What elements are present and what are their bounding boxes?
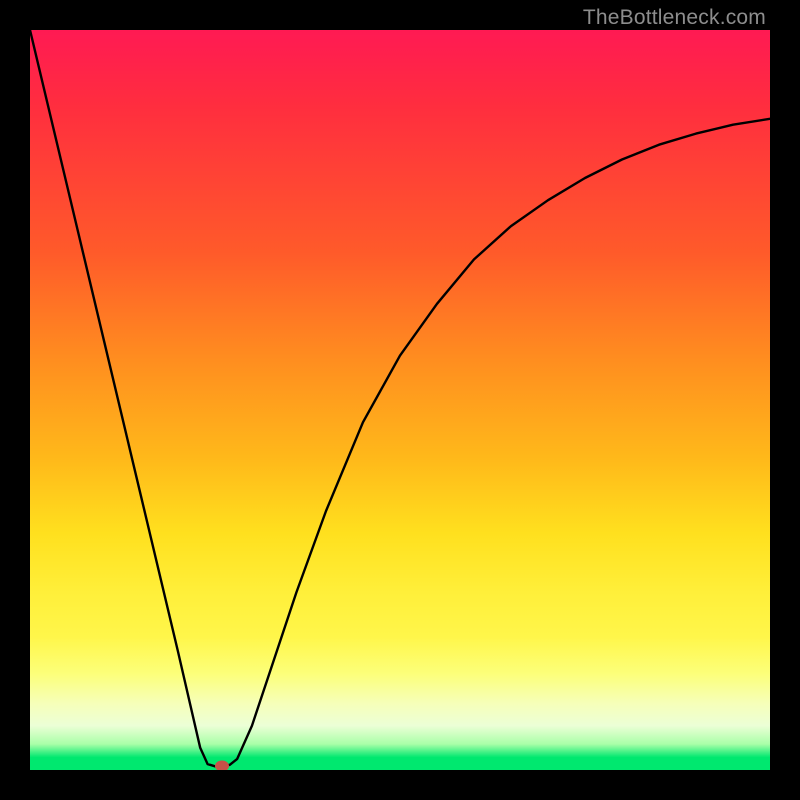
watermark-text: TheBottleneck.com <box>583 6 766 30</box>
marker-dot <box>215 761 229 770</box>
plot-area <box>30 30 770 770</box>
chart-frame: TheBottleneck.com <box>0 0 800 800</box>
bottleneck-curve <box>30 30 770 770</box>
